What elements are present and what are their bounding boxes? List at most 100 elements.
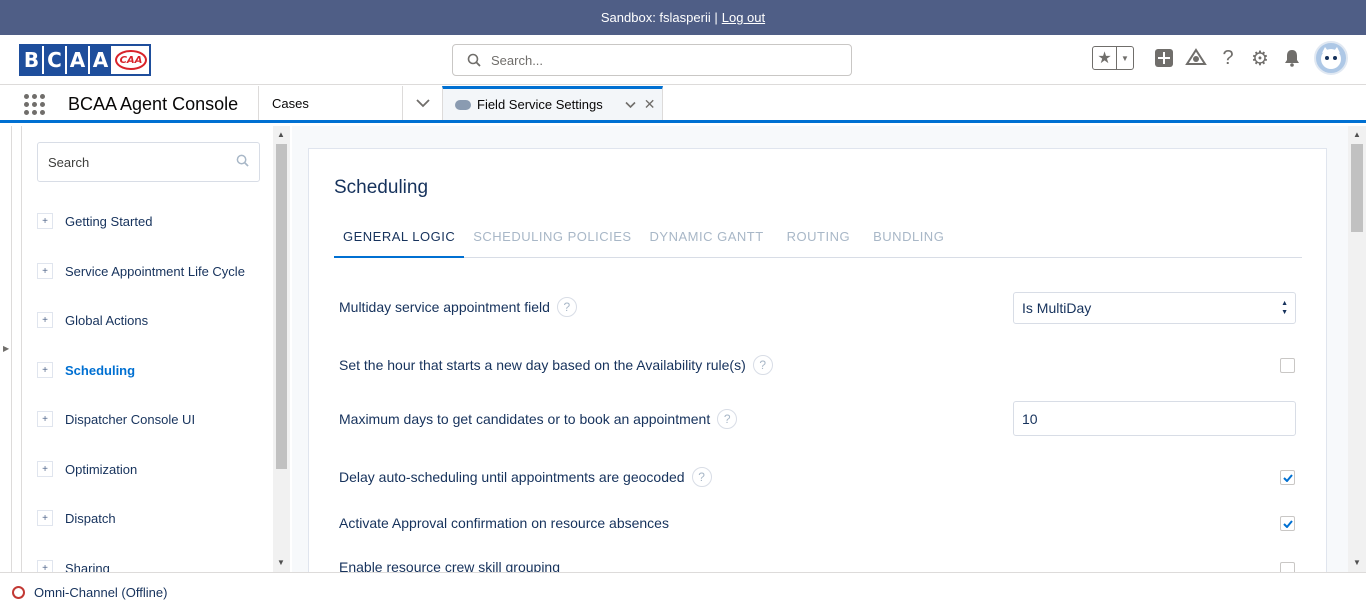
sidebar-item-getting-started[interactable]: + Getting Started bbox=[37, 211, 152, 231]
help-icon[interactable]: ? bbox=[691, 467, 712, 487]
main-scrollbar[interactable]: ▲ ▼ bbox=[1348, 126, 1366, 572]
sidebar-item-scheduling[interactable]: + Scheduling bbox=[37, 360, 135, 380]
setting-label: Activate Approval confirmation on resour… bbox=[339, 515, 669, 531]
sidebar-search-input[interactable] bbox=[48, 154, 228, 170]
setting-label: Enable resource crew skill grouping bbox=[339, 559, 560, 572]
chevron-down-icon[interactable] bbox=[625, 98, 636, 112]
tab-scheduling-policies[interactable]: SCHEDULING POLICIES bbox=[464, 229, 640, 258]
help-icon[interactable]: ? bbox=[556, 297, 577, 317]
sidebar-item-dispatch[interactable]: + Dispatch bbox=[37, 508, 116, 528]
expand-arrow-icon[interactable]: ▶ bbox=[3, 344, 9, 353]
settings-card: Scheduling GENERAL LOGIC SCHEDULING POLI… bbox=[308, 148, 1327, 572]
crew-skill-grouping-checkbox[interactable] bbox=[1280, 562, 1295, 572]
settings-tabs: GENERAL LOGIC SCHEDULING POLICIES DYNAMI… bbox=[334, 229, 1302, 258]
sidebar-search[interactable] bbox=[37, 142, 260, 182]
select-value: Is MultiDay bbox=[1022, 300, 1092, 316]
offline-status-icon bbox=[12, 586, 25, 599]
tab-dynamic-gantt[interactable]: DYNAMIC GANTT bbox=[641, 229, 773, 258]
app-navbar: BCAA Agent Console Cases Field Service S… bbox=[0, 86, 1366, 123]
setting-row-approval-confirmation: Activate Approval confirmation on resour… bbox=[339, 515, 669, 531]
global-search-input[interactable] bbox=[491, 52, 831, 68]
tab-label: Field Service Settings bbox=[477, 97, 603, 112]
help-icon[interactable]: ? bbox=[717, 409, 738, 429]
scrollbar-thumb[interactable] bbox=[1351, 144, 1363, 232]
multiday-field-select[interactable]: Is MultiDay ▲ ▼ bbox=[1013, 292, 1296, 324]
select-arrows-icon: ▲ ▼ bbox=[1281, 300, 1288, 316]
expand-plus-icon[interactable]: + bbox=[37, 213, 53, 229]
caa-badge: CAA bbox=[115, 50, 147, 70]
setting-label: Multiday service appointment field bbox=[339, 299, 550, 315]
app-launcher-icon[interactable] bbox=[24, 94, 46, 116]
help-icon[interactable]: ? bbox=[752, 355, 773, 375]
max-days-input[interactable]: 10 bbox=[1013, 401, 1296, 436]
sidebar-item-dispatcher-console-ui[interactable]: + Dispatcher Console UI bbox=[37, 409, 195, 429]
sidebar-item-service-appointment-life-cycle[interactable]: + Service Appointment Life Cycle bbox=[37, 261, 245, 281]
setting-label: Delay auto-scheduling until appointments… bbox=[339, 469, 685, 485]
tab-field-service-settings[interactable]: Field Service Settings ✕ bbox=[442, 86, 663, 120]
availability-hour-checkbox[interactable] bbox=[1280, 358, 1295, 373]
delay-geocode-checkbox[interactable] bbox=[1280, 470, 1295, 485]
close-icon[interactable]: ✕ bbox=[644, 96, 656, 113]
input-value: 10 bbox=[1022, 410, 1038, 427]
setting-label: Set the hour that starts a new day based… bbox=[339, 357, 746, 373]
tab-bundling[interactable]: BUNDLING bbox=[864, 229, 953, 258]
nav-item-cases[interactable]: Cases bbox=[258, 86, 402, 120]
expand-plus-icon[interactable]: + bbox=[37, 510, 53, 526]
page-title: Scheduling bbox=[334, 177, 429, 198]
expand-plus-icon[interactable]: + bbox=[37, 362, 53, 378]
omni-channel-button[interactable]: Omni-Channel (Offline) bbox=[34, 585, 167, 600]
sandbox-bar: Sandbox: fslasperii | Log out bbox=[0, 0, 1366, 35]
settings-sidebar: +Getting Started +Service Appointment Li… bbox=[21, 126, 291, 576]
setting-row-multiday-field: Multiday service appointment field ? bbox=[339, 297, 577, 317]
logo-letter: B bbox=[21, 46, 42, 74]
logo-letter: A bbox=[67, 46, 88, 74]
main-content: Scheduling GENERAL LOGIC SCHEDULING POLI… bbox=[292, 126, 1348, 572]
scrollbar-thumb[interactable] bbox=[276, 144, 287, 469]
sidebar-item-optimization[interactable]: + Optimization bbox=[37, 459, 137, 479]
scroll-down-arrow-icon[interactable]: ▼ bbox=[1353, 558, 1361, 567]
tab-general-logic[interactable]: GENERAL LOGIC bbox=[334, 229, 465, 258]
expand-plus-icon[interactable]: + bbox=[37, 263, 53, 279]
expand-plus-icon[interactable]: + bbox=[37, 461, 53, 477]
search-icon bbox=[467, 53, 481, 67]
utility-bar: Omni-Channel (Offline) bbox=[0, 572, 1366, 612]
favorites-star-icon[interactable]: ★ bbox=[1093, 47, 1117, 69]
trailhead-icon[interactable] bbox=[1180, 42, 1212, 74]
scroll-down-arrow-icon[interactable]: ▼ bbox=[277, 558, 285, 567]
setting-row-availability-hour: Set the hour that starts a new day based… bbox=[339, 355, 773, 375]
tab-routing[interactable]: ROUTING bbox=[773, 229, 864, 258]
approval-confirmation-checkbox[interactable] bbox=[1280, 516, 1295, 531]
help-icon[interactable]: ? bbox=[1212, 42, 1244, 74]
scroll-up-arrow-icon[interactable]: ▲ bbox=[277, 130, 285, 139]
add-icon[interactable] bbox=[1148, 42, 1180, 74]
sidebar-item-global-actions[interactable]: + Global Actions bbox=[37, 310, 148, 330]
setup-gear-icon[interactable]: ⚙ bbox=[1244, 42, 1276, 74]
search-icon bbox=[236, 154, 249, 170]
utility-collapse-strip[interactable]: ▶ bbox=[0, 126, 12, 572]
setting-row-max-days: Maximum days to get candidates or to boo… bbox=[339, 409, 738, 429]
user-avatar[interactable] bbox=[1314, 41, 1348, 75]
favorites-dropdown-icon[interactable]: ▼ bbox=[1117, 47, 1133, 69]
nav-dropdown-chevron-icon[interactable] bbox=[402, 86, 442, 120]
sidebar-scrollbar[interactable]: ▲ ▼ bbox=[273, 126, 290, 572]
sandbox-label: Sandbox: fslasperii | bbox=[600, 10, 718, 25]
setting-label: Maximum days to get candidates or to boo… bbox=[339, 411, 711, 427]
expand-plus-icon[interactable]: + bbox=[37, 312, 53, 328]
checkmark-icon bbox=[1282, 473, 1293, 482]
logo-letter: C bbox=[44, 46, 65, 74]
logo-letter: A bbox=[90, 46, 111, 74]
setting-row-delay-geocode: Delay auto-scheduling until appointments… bbox=[339, 467, 712, 487]
setting-row-crew-skill-grouping: Enable resource crew skill grouping bbox=[339, 559, 560, 572]
global-header: B C A A CAA ★ ▼ ? ⚙ bbox=[0, 35, 1366, 85]
expand-plus-icon[interactable]: + bbox=[37, 411, 53, 427]
notifications-bell-icon[interactable] bbox=[1276, 42, 1308, 74]
checkmark-icon bbox=[1282, 519, 1293, 528]
header-utility-icons: ★ ▼ ? ⚙ bbox=[1092, 41, 1348, 75]
global-search[interactable] bbox=[452, 44, 852, 76]
app-name: BCAA Agent Console bbox=[68, 94, 239, 114]
logout-link[interactable]: Log out bbox=[722, 10, 765, 25]
scroll-up-arrow-icon[interactable]: ▲ bbox=[1353, 130, 1361, 139]
favorites-button[interactable]: ★ ▼ bbox=[1092, 46, 1134, 70]
cloud-icon bbox=[455, 99, 471, 110]
bcaa-logo[interactable]: B C A A CAA bbox=[19, 44, 151, 76]
